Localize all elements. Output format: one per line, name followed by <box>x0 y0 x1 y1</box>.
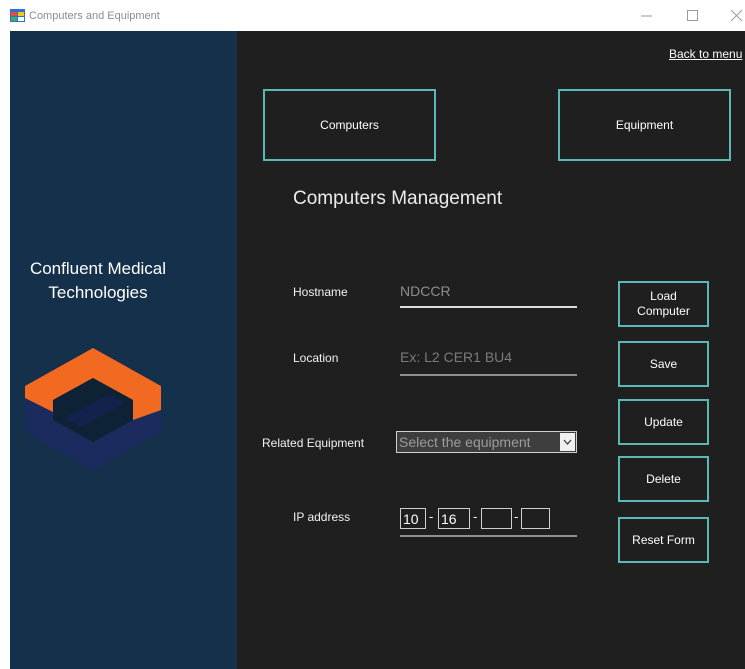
reset-form-label: Reset Form <box>632 532 695 547</box>
window-title: Computers and Equipment <box>29 10 160 22</box>
ip-octet-3[interactable] <box>481 508 512 529</box>
ip-address-label: IP address <box>293 510 351 524</box>
load-computer-label: Load Computer <box>637 289 690 318</box>
back-to-menu-link[interactable]: Back to menu <box>669 47 742 61</box>
ip-octet-4[interactable] <box>521 508 550 529</box>
ip-octet-2[interactable] <box>438 508 470 529</box>
related-equipment-label: Related Equipment <box>262 436 365 450</box>
reset-form-button[interactable]: Reset Form <box>618 517 709 563</box>
delete-button[interactable]: Delete <box>618 456 709 502</box>
ip-separator: - <box>514 509 519 524</box>
ip-address-underline <box>400 535 577 537</box>
save-button[interactable]: Save <box>618 341 709 387</box>
company-logo <box>25 348 161 470</box>
ip-separator: - <box>429 509 434 524</box>
update-label: Update <box>644 414 683 429</box>
chevron-down-icon[interactable] <box>560 433 575 451</box>
company-name-line2: Technologies <box>48 283 148 302</box>
sidebar: Confluent Medical Technologies <box>10 31 237 669</box>
location-label: Location <box>293 351 339 365</box>
hostname-label: Hostname <box>293 285 348 299</box>
load-computer-button[interactable]: Load Computer <box>618 281 709 327</box>
close-icon[interactable] <box>730 9 743 22</box>
related-equipment-selected: Select the equipment <box>399 434 531 450</box>
page-title: Computers Management <box>293 188 503 209</box>
company-name: Confluent Medical Technologies <box>18 257 178 305</box>
app-icon <box>10 9 25 22</box>
title-bar: Computers and Equipment <box>0 0 745 31</box>
ip-separator: - <box>473 509 478 524</box>
maximize-icon[interactable] <box>686 9 699 22</box>
ip-octet-1[interactable] <box>400 508 426 529</box>
hostname-underline <box>400 306 577 308</box>
main-panel: Back to menu Computers Equipment Compute… <box>237 31 745 669</box>
location-input[interactable] <box>400 346 577 368</box>
computers-button-label: Computers <box>320 118 379 132</box>
equipment-button[interactable]: Equipment <box>558 89 731 161</box>
equipment-button-label: Equipment <box>615 118 674 132</box>
delete-label: Delete <box>646 471 681 486</box>
location-underline <box>400 374 577 376</box>
related-equipment-dropdown[interactable]: Select the equipment <box>396 431 577 453</box>
hostname-input[interactable] <box>400 280 577 302</box>
company-name-line1: Confluent Medical <box>29 259 167 278</box>
computers-button[interactable]: Computers <box>263 89 436 161</box>
save-label: Save <box>649 356 678 371</box>
update-button[interactable]: Update <box>618 399 709 445</box>
minimize-icon[interactable] <box>640 9 653 22</box>
